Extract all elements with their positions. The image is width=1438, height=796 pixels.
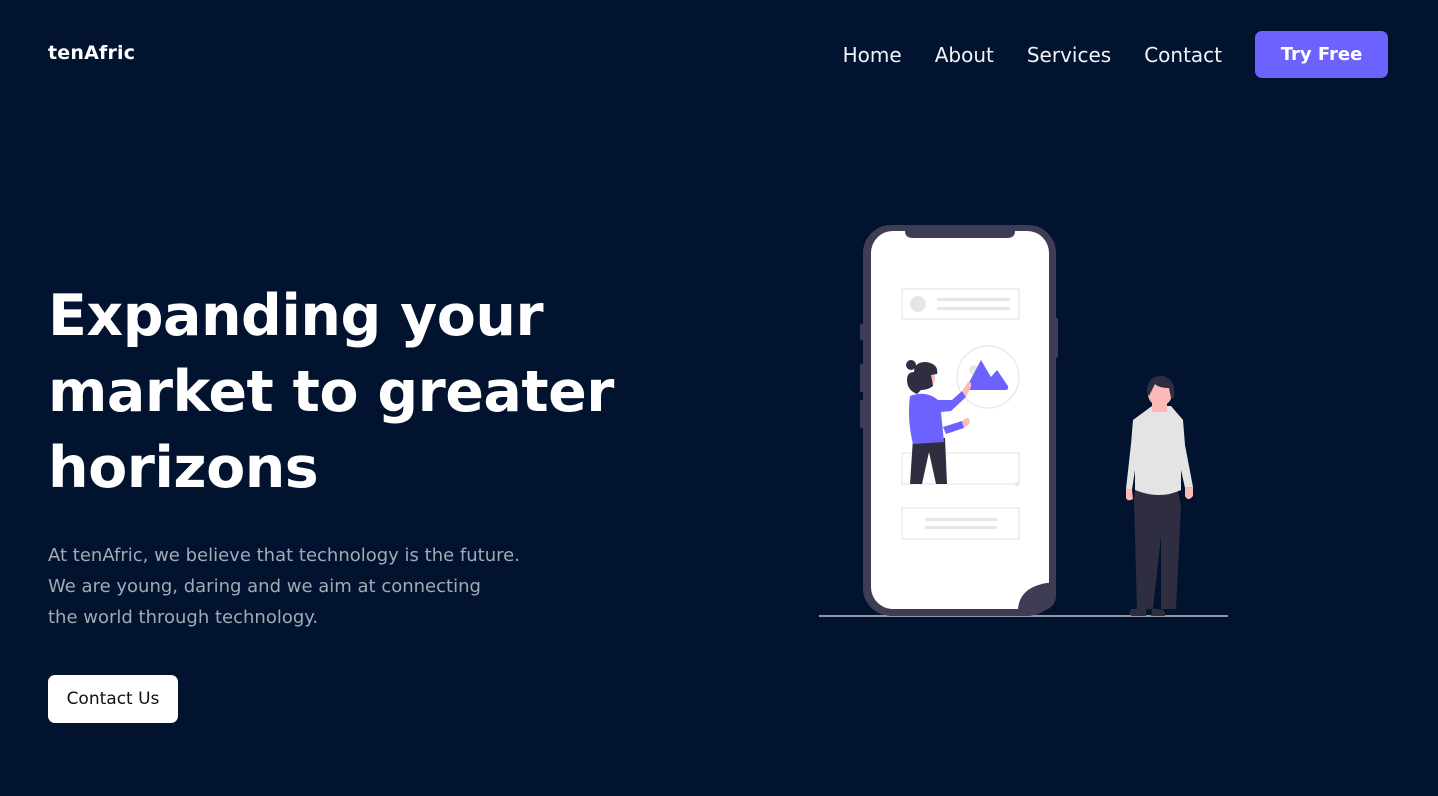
brand-logo[interactable]: tenAfric — [48, 42, 135, 64]
hero-illustration — [819, 225, 1228, 617]
text-placeholder — [925, 526, 997, 529]
main-nav: Home About Services Contact Try Free — [843, 31, 1388, 78]
hero-title-line: Expanding your — [48, 283, 544, 349]
hero-title: Expanding your market to greater horizon… — [48, 278, 648, 506]
card-dot — [1015, 482, 1019, 486]
man-figure — [1126, 375, 1193, 616]
hero-description-line: the world through technology. — [48, 607, 319, 628]
hero-description: At tenAfric, we believe that technology … — [48, 540, 588, 633]
phone-screen — [871, 231, 1049, 609]
text-placeholder — [925, 518, 997, 521]
text-placeholder — [937, 298, 1010, 301]
phone-notch — [905, 231, 1015, 238]
nav-link-about[interactable]: About — [935, 43, 994, 67]
try-free-button[interactable]: Try Free — [1255, 31, 1388, 78]
nav-link-services[interactable]: Services — [1027, 43, 1111, 67]
text-placeholder — [937, 307, 1010, 310]
nav-link-home[interactable]: Home — [843, 43, 902, 67]
avatar-placeholder-icon — [910, 296, 926, 312]
hero-title-line: horizons — [48, 435, 319, 501]
landing-page: tenAfric Home About Services Contact Try… — [0, 0, 1438, 796]
nav-link-contact[interactable]: Contact — [1144, 43, 1222, 67]
hero-description-line: We are young, daring and we aim at conne… — [48, 576, 481, 597]
hero-title-line: market to greater — [48, 359, 614, 425]
hero-description-line: At tenAfric, we believe that technology … — [48, 545, 520, 566]
contact-us-button[interactable]: Contact Us — [48, 675, 178, 723]
